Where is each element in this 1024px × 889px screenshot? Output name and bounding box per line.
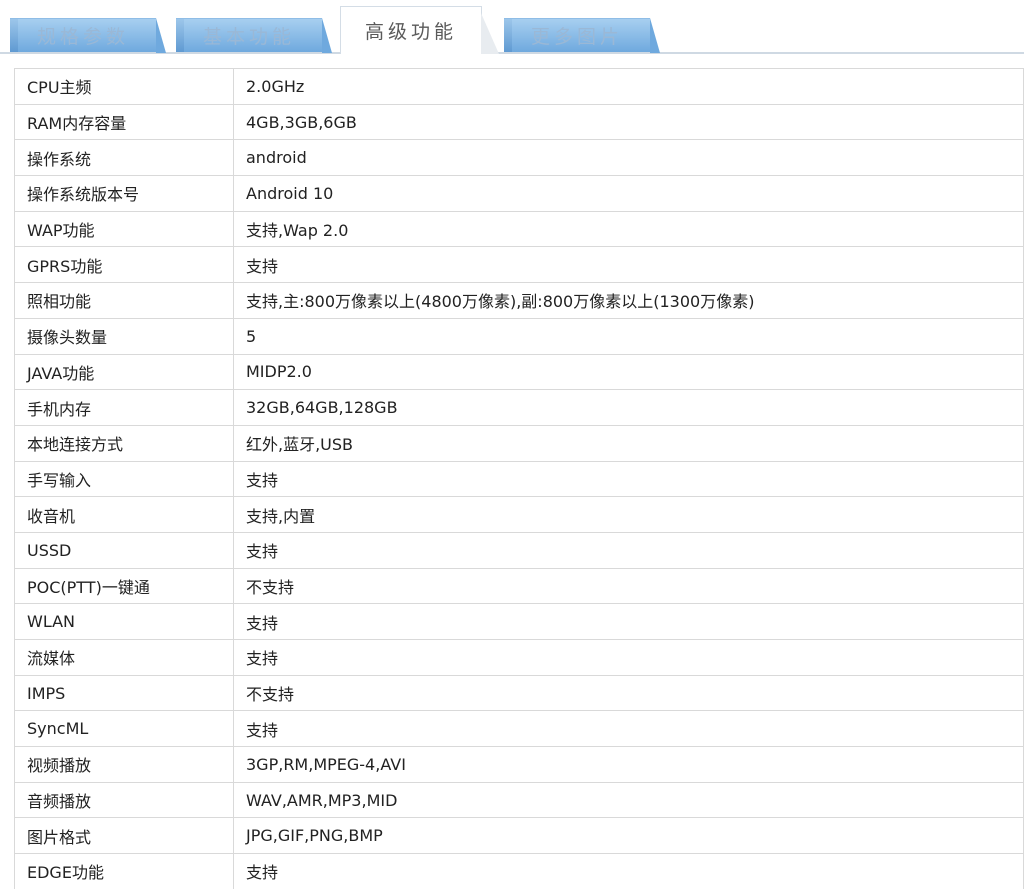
- table-row: 操作系统版本号 Android 10: [14, 175, 1024, 212]
- spec-label: GPRS功能: [14, 246, 234, 284]
- tab-basic-functions-label: 基本功能: [202, 26, 295, 48]
- table-row: 手机内存 32GB,64GB,128GB: [14, 389, 1024, 426]
- spec-table-container: CPU主频 2.0GHz RAM内存容量 4GB,3GB,6GB 操作系统 android…: [14, 68, 1024, 889]
- spec-label: WLAN: [14, 603, 234, 640]
- spec-label: 摄像头数量: [14, 317, 234, 355]
- table-row: CPU主频 2.0GHz: [14, 68, 1024, 105]
- tab-bar: 规格参数 基本功能 高级功能 更多图片: [0, 0, 1024, 56]
- spec-value: 支持: [233, 603, 1024, 640]
- spec-table: CPU主频 2.0GHz RAM内存容量 4GB,3GB,6GB 操作系统 android…: [14, 68, 1024, 889]
- table-row: 流媒体 支持: [14, 639, 1024, 676]
- tab-basic-functions[interactable]: 基本功能: [176, 18, 332, 53]
- table-row: 照相功能 支持,主:800万像素以上(4800万像素),副:800万像素以上(13…: [14, 282, 1024, 319]
- table-row: 摄像头数量 5: [14, 317, 1024, 355]
- table-row: 本地连接方式 红外,蓝牙,USB: [14, 424, 1024, 462]
- spec-label: 本地连接方式: [14, 424, 234, 462]
- tab-bar-baseline: [0, 52, 1024, 54]
- spec-value: WAV,AMR,MP3,MID: [233, 781, 1024, 819]
- spec-value: 支持: [233, 639, 1024, 676]
- table-row: 图片格式 JPG,GIF,PNG,BMP: [14, 817, 1024, 855]
- spec-value: 支持: [233, 531, 1024, 569]
- table-row: SyncML 支持: [14, 710, 1024, 748]
- table-row: IMPS 不支持: [14, 674, 1024, 712]
- spec-label: 视频播放: [14, 746, 234, 783]
- spec-value: 不支持: [233, 674, 1024, 712]
- table-row: JAVA功能 MIDP2.0: [14, 353, 1024, 391]
- spec-value: android: [233, 139, 1024, 177]
- spec-value: 支持: [233, 246, 1024, 284]
- spec-label: RAM内存容量: [14, 103, 234, 141]
- spec-label: SyncML: [14, 710, 234, 748]
- spec-label: 音频播放: [14, 781, 234, 819]
- table-row: USSD 支持: [14, 531, 1024, 569]
- spec-label: 图片格式: [14, 817, 234, 855]
- spec-label: POC(PTT)一键通: [14, 567, 234, 605]
- tab-more-images-label: 更多图片: [530, 26, 623, 48]
- spec-value: 支持,Wap 2.0: [233, 210, 1024, 248]
- table-row: WLAN 支持: [14, 603, 1024, 640]
- table-row: 手写输入 支持: [14, 460, 1024, 498]
- spec-value: Android 10: [233, 175, 1024, 212]
- spec-label: JAVA功能: [14, 353, 234, 391]
- table-row: 收音机 支持,内置: [14, 496, 1024, 533]
- spec-label: IMPS: [14, 674, 234, 712]
- table-row: RAM内存容量 4GB,3GB,6GB: [14, 103, 1024, 141]
- spec-label: WAP功能: [14, 210, 234, 248]
- tab-specs[interactable]: 规格参数: [10, 18, 166, 53]
- table-row: WAP功能 支持,Wap 2.0: [14, 210, 1024, 248]
- tab-specs-label: 规格参数: [36, 26, 129, 48]
- table-row: EDGE功能 支持: [14, 853, 1024, 889]
- spec-value: 不支持: [233, 567, 1024, 605]
- spec-label: 流媒体: [14, 639, 234, 676]
- spec-value: 支持,主:800万像素以上(4800万像素),副:800万像素以上(1300万像…: [233, 282, 1024, 319]
- spec-label: EDGE功能: [14, 853, 234, 889]
- spec-value: MIDP2.0: [233, 353, 1024, 391]
- spec-value: 支持: [233, 460, 1024, 498]
- table-row: 操作系统 android: [14, 139, 1024, 177]
- spec-label: 操作系统: [14, 139, 234, 177]
- spec-label: 手写输入: [14, 460, 234, 498]
- tab-advanced-functions[interactable]: 高级功能: [340, 6, 499, 54]
- spec-label: 操作系统版本号: [14, 175, 234, 212]
- table-row: GPRS功能 支持: [14, 246, 1024, 284]
- table-row: 音频播放 WAV,AMR,MP3,MID: [14, 781, 1024, 819]
- spec-value: 红外,蓝牙,USB: [233, 424, 1024, 462]
- spec-label: 照相功能: [14, 282, 234, 319]
- spec-value: 5: [233, 317, 1024, 355]
- spec-value: JPG,GIF,PNG,BMP: [233, 817, 1024, 855]
- spec-value: 支持,内置: [233, 496, 1024, 533]
- tab-advanced-functions-label: 高级功能: [364, 21, 457, 43]
- spec-value: 支持: [233, 853, 1024, 889]
- spec-label: CPU主频: [14, 68, 234, 105]
- spec-value: 4GB,3GB,6GB: [233, 103, 1024, 141]
- spec-label: 收音机: [14, 496, 234, 533]
- spec-value: 32GB,64GB,128GB: [233, 389, 1024, 426]
- spec-label: 手机内存: [14, 389, 234, 426]
- spec-value: 支持: [233, 710, 1024, 748]
- table-row: 视频播放 3GP,RM,MPEG-4,AVI: [14, 746, 1024, 783]
- tab-more-images[interactable]: 更多图片: [504, 18, 660, 53]
- spec-value: 3GP,RM,MPEG-4,AVI: [233, 746, 1024, 783]
- spec-value: 2.0GHz: [233, 68, 1024, 105]
- table-row: POC(PTT)一键通 不支持: [14, 567, 1024, 605]
- spec-label: USSD: [14, 531, 234, 569]
